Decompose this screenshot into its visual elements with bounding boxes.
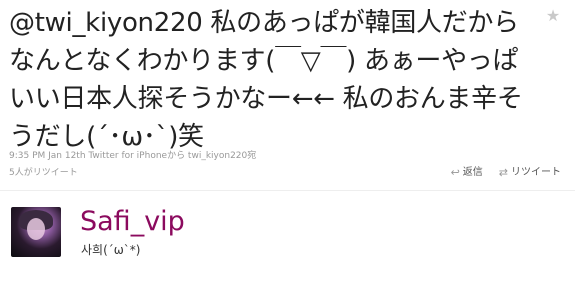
retweet-label: リツイート: [511, 167, 561, 178]
reply-label: 返信: [462, 167, 483, 178]
retweet-button[interactable]: ⇄ リツイート: [499, 166, 561, 180]
tweet-via[interactable]: Twitter for iPhone: [88, 151, 167, 161]
avatar[interactable]: [11, 207, 61, 257]
tweet-text: @twi_kiyon220 私のあっぱが韓国人だからなんとなくわかります(￣▽￣…: [9, 8, 523, 152]
user-name[interactable]: Safi_vip: [80, 206, 185, 238]
avatar-face: [27, 218, 45, 240]
tweet-time[interactable]: 9:35 PM Jan 12th: [9, 151, 86, 161]
star-icon[interactable]: ★: [545, 8, 561, 24]
reply-icon: ↩: [450, 166, 460, 179]
divider: [0, 190, 575, 191]
user-bio: 사희(´ω`*): [81, 243, 141, 257]
retweet-icon: ⇄: [498, 166, 508, 179]
tweet-meta: 9:35 PM Jan 12th Twitter for iPhoneから tw…: [9, 150, 256, 162]
retweet-count[interactable]: 5人がリツイート: [9, 167, 78, 179]
tweet-card: ★ @twi_kiyon220 私のあっぱが韓国人だからなんとなくわかります(￣…: [0, 0, 575, 293]
reply-button[interactable]: ↩ 返信: [451, 166, 483, 180]
tweet-reply-to[interactable]: から twi_kiyon220宛: [167, 151, 256, 161]
tweet-actions: ↩ 返信 ⇄ リツイート: [451, 166, 561, 180]
